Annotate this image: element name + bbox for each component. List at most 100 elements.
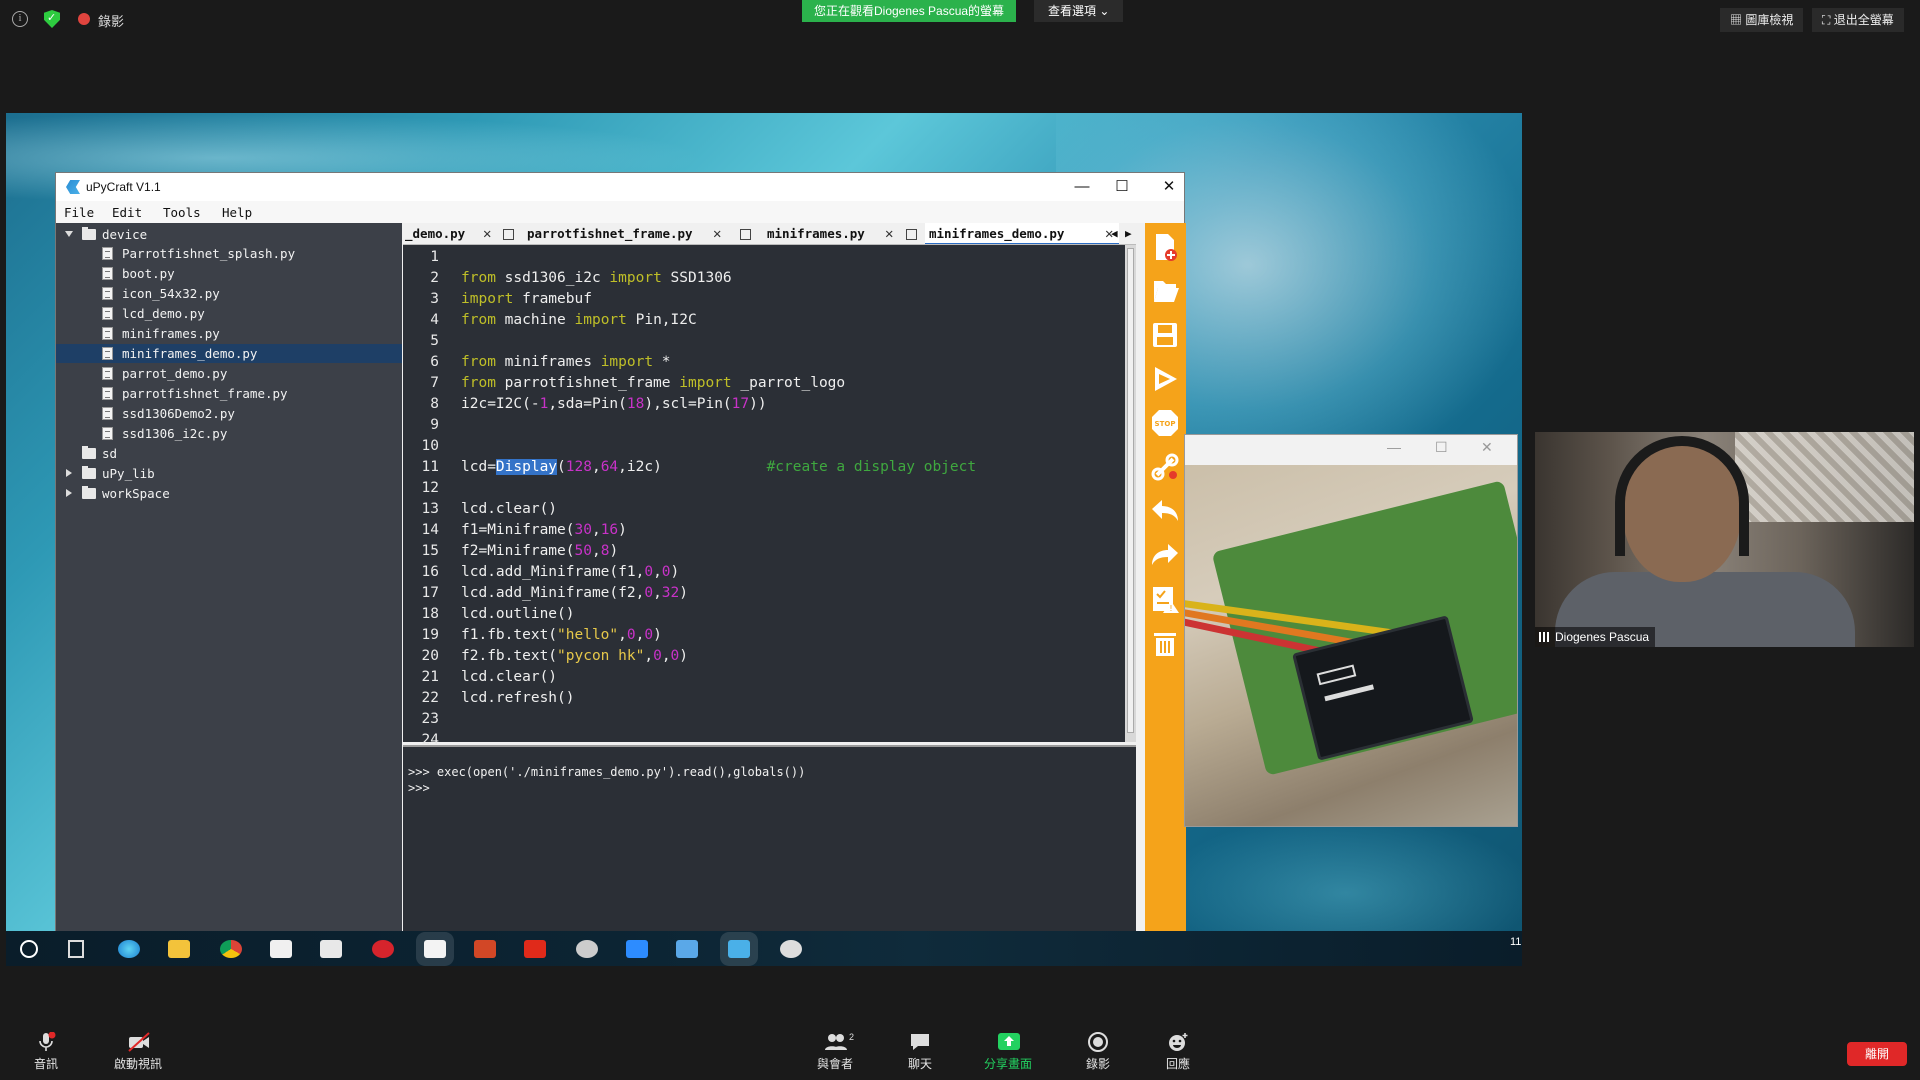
code-line[interactable]: f2=Miniframe(50,8) [461,541,618,562]
code-line[interactable]: import framebuf [461,289,592,310]
code-line[interactable]: lcd.add_Miniframe(f1,0,0) [461,562,679,583]
code-line[interactable]: lcd.add_Miniframe(f2,0,32) [461,583,688,604]
paint-icon[interactable] [780,940,802,958]
tree-file[interactable]: boot.py [56,264,402,283]
menu-edit[interactable]: Edit [112,205,142,220]
media-player-icon[interactable] [320,940,342,958]
code-line[interactable]: lcd.outline() [461,604,575,625]
menu-file[interactable]: File [64,205,94,220]
chrome-icon[interactable] [220,940,242,958]
redo-icon[interactable] [1149,539,1181,571]
code-line[interactable]: f1.fb.text("hello",0,0) [461,625,662,646]
zoom-icon[interactable] [626,940,648,958]
taskbar-clock[interactable]: 11 [1510,936,1521,948]
audio-button[interactable]: 音訊 [16,1031,76,1072]
chat-button[interactable]: 聊天 [890,1032,950,1072]
maximize-button[interactable]: ☐ [1099,175,1145,199]
search-icon[interactable] [20,940,38,958]
camera-minimize-button[interactable]: — [1387,439,1401,455]
tree-file[interactable]: miniframes.py [56,324,402,343]
code-line[interactable]: lcd=Display(128,64,i2c) #create a displa… [461,457,976,478]
store-icon[interactable] [270,940,292,958]
editor-scrollbar-thumb[interactable] [1127,248,1134,733]
leave-meeting-button[interactable]: 離開 [1847,1042,1907,1066]
file-explorer-icon[interactable] [168,940,190,958]
syntax-check-icon[interactable]: ! [1149,583,1181,615]
tab-parrotfishnet-frame[interactable]: parrotfishnet_frame.py ✕ [527,223,727,244]
view-options-button[interactable]: 查看選項 ⌄ [1034,0,1124,22]
slack-icon[interactable] [424,940,446,958]
upycraft-title-bar[interactable]: uPyCraft V1.1 — ☐ ✕ [56,173,1184,201]
menu-help[interactable]: Help [222,205,252,220]
tree-file[interactable]: ssd1306_i2c.py [56,424,402,443]
undo-icon[interactable] [1149,495,1181,527]
share-screen-button[interactable]: 分享畫面 [978,1032,1038,1072]
tree-folder-upy-lib[interactable]: uPy_lib [56,464,402,483]
expand-arrow-icon[interactable] [66,489,72,497]
editor-scrollbar[interactable] [1125,245,1136,742]
start-video-button[interactable]: 啟動視訊 [108,1032,168,1072]
app-icon[interactable] [576,940,598,958]
tree-file[interactable]: parrotfishnet_frame.py [56,384,402,403]
run-icon[interactable] [1149,363,1181,395]
task-view-icon[interactable] [68,940,84,958]
tree-folder-device[interactable]: device [56,225,402,244]
tab-close-icon[interactable]: ✕ [713,223,721,244]
camera-close-button[interactable]: ✕ [1481,439,1493,456]
open-file-icon[interactable] [1149,275,1181,307]
code-line[interactable]: from miniframes import * [461,352,671,373]
record-button[interactable]: 錄影 [1068,1032,1128,1072]
code-line[interactable]: from ssd1306_i2c import SSD1306 [461,268,732,289]
clear-icon[interactable] [1149,627,1181,659]
tree-folder-sd[interactable]: sd [56,444,402,463]
new-file-icon[interactable] [1149,231,1181,263]
tree-file[interactable]: lcd_demo.py [56,304,402,323]
expand-arrow-icon[interactable] [65,231,73,237]
close-button[interactable]: ✕ [1146,175,1192,199]
tab-miniframes-demo[interactable]: miniframes_demo.py ✕ [925,223,1119,244]
connect-icon[interactable] [1149,451,1181,483]
tree-file-selected[interactable]: miniframes_demo.py [56,344,402,363]
tab-close-icon[interactable]: ✕ [483,223,491,244]
tab-scroll-right-icon[interactable]: ▶ [1125,223,1132,244]
tree-file[interactable]: icon_54x32.py [56,284,402,303]
opera-icon[interactable] [372,940,394,958]
edge-icon[interactable] [118,940,140,958]
meeting-info-icon[interactable]: i [12,11,28,27]
security-shield-icon[interactable] [44,10,60,28]
repl-terminal[interactable]: >>> exec(open('./miniframes_demo.py').re… [403,745,1136,948]
tree-file[interactable]: Parrotfishnet_splash.py [56,244,402,263]
code-line[interactable]: f1=Miniframe(30,16) [461,520,627,541]
gallery-view-button[interactable]: ▦ 圖庫檢視 [1720,8,1804,32]
participants-button[interactable]: 21 與會者 [805,1032,865,1072]
camera-maximize-button[interactable]: ☐ [1435,439,1448,456]
code-line[interactable]: lcd.refresh() [461,688,575,709]
code-line[interactable]: f2.fb.text("pycon hk",0,0) [461,646,688,667]
remote-desktop-icon[interactable] [676,940,698,958]
code-line[interactable]: lcd.clear() [461,499,557,520]
code-line[interactable]: from machine import Pin,I2C [461,310,697,331]
menu-tools[interactable]: Tools [163,205,201,220]
code-line[interactable]: lcd.clear() [461,667,557,688]
tab-miniframes[interactable]: miniframes.py ✕ [767,223,917,244]
powerpoint-icon[interactable] [474,940,496,958]
tree-file[interactable]: ssd1306Demo2.py [56,404,402,423]
save-icon[interactable] [1149,319,1181,351]
camera-title-bar[interactable]: — ☐ ✕ [1185,435,1517,465]
acrobat-icon[interactable] [524,940,546,958]
tree-folder-workspace[interactable]: workSpace [56,484,402,503]
upycraft-taskbar-icon[interactable] [728,940,750,958]
tree-file[interactable]: parrot_demo.py [56,364,402,383]
code-line[interactable]: i2c=I2C(-1,sda=Pin(18),scl=Pin(17)) [461,394,767,415]
reactions-button[interactable]: 回應 [1148,1032,1208,1072]
participant-video[interactable]: Diogenes Pascua [1535,432,1914,647]
tab-close-icon[interactable]: ✕ [885,223,893,244]
tab-demo-py[interactable]: _demo.py ✕ [405,223,514,244]
code-line[interactable]: from parrotfishnet_frame import _parrot_… [461,373,845,394]
exit-fullscreen-button[interactable]: ⛶ 退出全螢幕 [1812,8,1904,32]
expand-arrow-icon[interactable] [66,469,72,477]
tab-scroll-left-icon[interactable]: ◀ [1111,223,1118,244]
stop-icon[interactable]: STOP [1149,407,1181,439]
participant-name: Diogenes Pascua [1555,630,1650,644]
code-editor[interactable]: 1 2 3 4 5 6 7 8 9 10 11 12 13 14 15 16 17 18 19 20 21 22 23 24 … [403,245,1136,748]
